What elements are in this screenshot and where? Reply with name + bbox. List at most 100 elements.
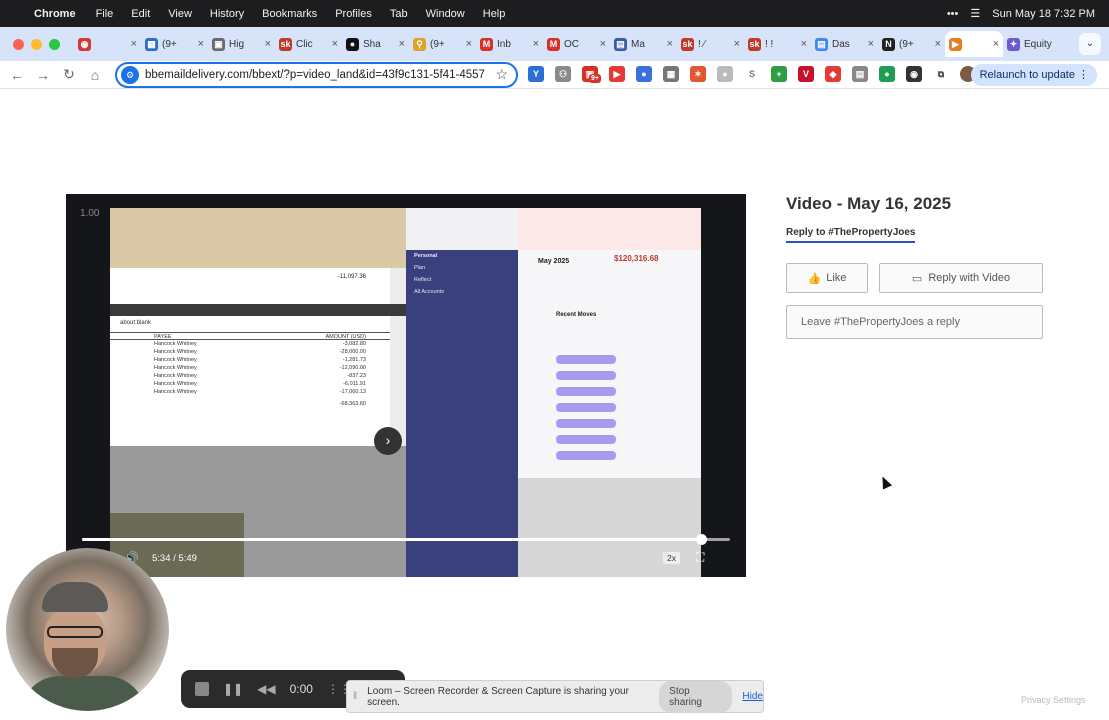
extension-icon[interactable]: V [798, 66, 814, 82]
drag-handle-icon[interactable]: ‖ [353, 691, 357, 702]
frame-document: about:blank PAYEE AMOUNT (USD) Hancock W… [110, 316, 390, 446]
reply-input[interactable]: Leave #ThePropertyJoes a reply [786, 305, 1043, 339]
webcam-bubble[interactable] [6, 548, 169, 711]
hide-link[interactable]: Hide [742, 691, 763, 702]
video-player[interactable]: -11,097.36 about:blank PAYEE AMOUNT (USD… [66, 194, 746, 577]
browser-tab[interactable]: ▣ Hig × [208, 31, 275, 57]
frame-doc-sum-row: -68,363.60 [110, 400, 390, 408]
tab-close-icon[interactable]: × [600, 38, 606, 50]
menu-profiles[interactable]: Profiles [335, 8, 372, 20]
browser-tab[interactable]: M Inb × [476, 31, 543, 57]
extension-icon[interactable]: ◆ [825, 66, 841, 82]
like-button[interactable]: 👍 Like [786, 263, 868, 293]
extension-icon[interactable]: + [771, 66, 787, 82]
tab-close-icon[interactable]: × [935, 38, 941, 50]
frame-dark-band [110, 304, 406, 316]
extension-icon[interactable]: Y [528, 66, 544, 82]
tab-close-icon[interactable]: × [667, 38, 673, 50]
tab-close-icon[interactable]: × [993, 38, 999, 50]
extension-icon[interactable]: ● [636, 66, 652, 82]
video-frame-sidebar: Personal Plan Reflect All Accounts [406, 208, 518, 577]
pause-icon[interactable]: ❚❚ [223, 682, 243, 696]
extension-badge-icon[interactable]: ▣9+ [582, 66, 601, 83]
reload-icon[interactable]: ↻ [56, 66, 82, 83]
frame-mid-top [406, 208, 518, 250]
home-icon[interactable]: ⌂ [82, 67, 108, 83]
fullscreen-icon[interactable]: ⛶ [696, 550, 704, 565]
extension-icon[interactable]: ✶ [690, 66, 706, 82]
menu-edit[interactable]: Edit [131, 8, 150, 20]
menu-bookmarks[interactable]: Bookmarks [262, 8, 317, 20]
next-chapter-button[interactable]: › [374, 427, 402, 455]
browser-tab[interactable]: ✦ Equity [1003, 31, 1069, 57]
browser-tab[interactable]: ▦ (9+ × [141, 31, 208, 57]
browser-tab[interactable]: ▤ Das × [811, 31, 878, 57]
stop-recording-button[interactable] [195, 682, 209, 696]
bookmark-star-icon[interactable]: ☆ [495, 66, 508, 83]
rewind-icon[interactable]: ◀◀ [257, 682, 275, 696]
url-text[interactable]: bbemaildelivery.com/bbext/?p=video_land&… [145, 69, 485, 81]
stop-sharing-button[interactable]: Stop sharing [659, 680, 733, 713]
site-info-icon[interactable]: ⚙ [121, 66, 139, 84]
tab-close-icon[interactable]: × [198, 38, 204, 50]
close-window-button[interactable] [13, 38, 24, 50]
thumbs-up-icon: 👍 [807, 272, 822, 285]
tab-close-icon[interactable]: × [399, 38, 405, 50]
back-icon[interactable]: ← [4, 67, 30, 83]
menu-help[interactable]: Help [483, 8, 506, 20]
extension-icon[interactable]: ● [879, 66, 895, 82]
menubar-clock[interactable]: Sun May 18 7:32 PM [992, 8, 1095, 20]
tab-close-icon[interactable]: × [466, 38, 472, 50]
browser-tab[interactable]: ● Sha × [342, 31, 409, 57]
browser-tab[interactable]: sk ! ! × [744, 31, 811, 57]
forward-icon[interactable]: → [30, 67, 56, 83]
browser-tab[interactable]: ▤ Ma × [610, 31, 677, 57]
browser-tab[interactable]: sk Clic × [275, 31, 342, 57]
extensions-puzzle-icon[interactable]: ⧉ [933, 66, 949, 82]
tab-reply[interactable]: Reply to #ThePropertyJoes [786, 227, 916, 243]
chrome-menu-icon[interactable]: ⋮ [1078, 64, 1089, 86]
menu-history[interactable]: History [210, 8, 244, 20]
tab-close-icon[interactable]: × [131, 38, 137, 50]
frame-sidebar-item: Plan [414, 265, 426, 271]
tab-search-icon[interactable]: ⌄ [1079, 33, 1101, 55]
menu-tab[interactable]: Tab [390, 8, 408, 20]
tab-close-icon[interactable]: × [265, 38, 271, 50]
relaunch-button[interactable]: Relaunch to update ⋮ [970, 64, 1097, 86]
tab-close-icon[interactable]: × [801, 38, 807, 50]
extension-icon[interactable]: ⚇ [555, 66, 571, 82]
privacy-settings-link[interactable]: Privacy Settings [1021, 695, 1086, 705]
extension-icon[interactable]: ▤ [852, 66, 868, 82]
youtube-extension-icon[interactable]: ▶ [609, 66, 625, 82]
tab-title: Das [832, 38, 850, 50]
address-bar[interactable]: ⚙ bbemaildelivery.com/bbext/?p=video_lan… [115, 62, 518, 88]
menu-window[interactable]: Window [426, 8, 465, 20]
zoom-window-button[interactable] [49, 38, 60, 50]
video-progress-knob[interactable] [696, 534, 708, 545]
browser-tab[interactable]: sk ! ⁄ × [677, 31, 744, 57]
browser-tab[interactable]: N (9+ × [878, 31, 945, 57]
browser-tab[interactable]: ◉ × [74, 31, 141, 57]
extension-icon[interactable]: S [744, 66, 760, 82]
tab-close-icon[interactable]: × [533, 38, 539, 50]
browser-tab[interactable]: M OC × [543, 31, 610, 57]
frame-doc-payee: Hancock Whitney [154, 365, 197, 371]
control-center-icon[interactable]: ☰ [970, 7, 980, 20]
menu-file[interactable]: File [96, 8, 114, 20]
minimize-window-button[interactable] [31, 38, 42, 50]
tab-close-icon[interactable]: × [734, 38, 740, 50]
extension-icon[interactable]: ◉ [906, 66, 922, 82]
video-progress-bar[interactable] [82, 534, 730, 545]
extension-icon[interactable]: ▦ [663, 66, 679, 82]
browser-tab[interactable]: ▶ × [945, 31, 1003, 57]
tab-close-icon[interactable]: × [332, 38, 338, 50]
menu-view[interactable]: View [168, 8, 192, 20]
reply-with-video-button[interactable]: ▭ Reply with Video [879, 263, 1043, 293]
browser-tab[interactable]: ⚲ (9+ × [409, 31, 476, 57]
menu-app-chrome[interactable]: Chrome [34, 8, 76, 20]
playback-speed-button[interactable]: 2x [663, 552, 680, 564]
frame-sheet: -11,097.36 [110, 268, 390, 304]
more-icon[interactable]: ••• [947, 8, 959, 20]
tab-close-icon[interactable]: × [868, 38, 874, 50]
extension-icon[interactable]: ● [717, 66, 733, 82]
